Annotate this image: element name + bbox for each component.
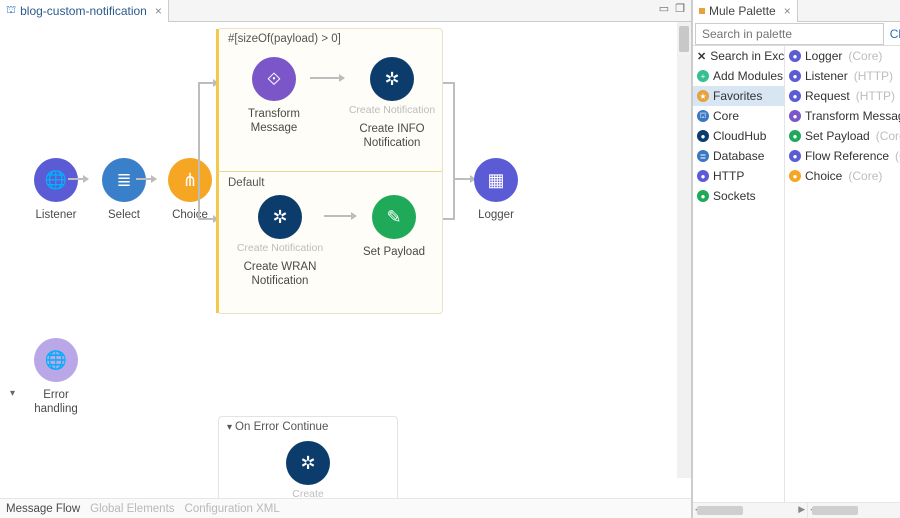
palette-item-listener[interactable]: ●Listener(HTTP) — [785, 66, 900, 86]
listener-icon: 🌐 — [34, 158, 78, 202]
editor-tabbar: ⛫ blog-custom-notification × ▭ ❐ — [0, 0, 691, 22]
close-tab-icon[interactable]: × — [784, 4, 791, 18]
flow-canvas[interactable]: ▾ 🌐 Listener ≣ Select ⋔ Choice — [8, 28, 673, 498]
node-listener[interactable]: 🌐 Listener — [20, 158, 92, 222]
connector — [198, 180, 208, 220]
connector — [443, 180, 455, 220]
close-tab-icon[interactable]: × — [155, 4, 162, 18]
minimize-icon[interactable]: ▭ — [659, 2, 669, 15]
tab-configuration-xml[interactable]: Configuration XML — [185, 503, 280, 515]
restore-icon[interactable]: ❐ — [675, 2, 685, 15]
palette-item-logger[interactable]: ●Logger(Core) — [785, 46, 900, 66]
node-label: Set Payload — [358, 245, 430, 259]
canvas-scrollbar[interactable] — [677, 22, 691, 478]
palette-clear-link[interactable]: Clear — [886, 27, 900, 41]
palette-left-scrollbar[interactable]: ◀▶ — [693, 503, 807, 518]
node-sublabel: Create Notification — [346, 104, 438, 116]
cloudhub-icon: ✲ — [258, 195, 302, 239]
palette-item-flow-reference[interactable]: ●Flow Reference(Cor — [785, 146, 900, 166]
node-transform-message[interactable]: ⟐ Transform Message — [238, 57, 310, 136]
mule-file-icon: ⛫ — [6, 4, 16, 18]
node-sublabel: Create Notification — [230, 242, 330, 254]
palette-categories: ✕Search in Exch +Add Modules ★Favorites … — [693, 46, 785, 502]
arrow — [136, 178, 156, 180]
node-set-payload[interactable]: ✎ Set Payload — [358, 195, 430, 259]
cloudhub-icon: ✲ — [370, 57, 414, 101]
editor-tab-label: blog-custom-notification — [20, 4, 147, 18]
tab-mule-palette[interactable]: Mule Palette × — [693, 0, 798, 22]
database-icon: ≣ — [102, 158, 146, 202]
chevron-down-icon[interactable]: ▾ — [227, 422, 232, 433]
palette-search-row: Clear — [693, 22, 900, 46]
palette-item-choice[interactable]: ●Choice(Core) — [785, 166, 900, 186]
palette-items: ●Logger(Core) ●Listener(HTTP) ●Request(H… — [785, 46, 900, 502]
palette-item-request[interactable]: ●Request(HTTP) — [785, 86, 900, 106]
on-error-continue-container[interactable]: ▾On Error Continue ✲ Create Notification — [218, 416, 398, 498]
editor-window-controls: ▭ ❐ — [659, 2, 685, 15]
choice-condition-label[interactable]: #[sizeOf(payload) > 0] — [228, 33, 341, 45]
node-label: Error handling — [20, 388, 92, 417]
node-logger[interactable]: ▦ Logger — [460, 158, 532, 222]
palette-tab-icon — [699, 8, 705, 14]
choice-default-label[interactable]: Default — [228, 177, 264, 189]
choice-container: #[sizeOf(payload) > 0] Default ⟐ Transfo… — [217, 28, 443, 314]
palette-tab-label: Mule Palette — [709, 4, 776, 18]
node-select[interactable]: ≣ Select — [88, 158, 160, 222]
palette-tabbar: Mule Palette × — [693, 0, 900, 22]
collapse-toggle-icon[interactable]: ▾ — [10, 388, 15, 399]
logger-icon: ▦ — [474, 158, 518, 202]
palette-item-transform[interactable]: ●Transform Message — [785, 106, 900, 126]
flow-canvas-wrap: ▾ 🌐 Listener ≣ Select ⋔ Choice — [0, 22, 691, 498]
editor-pane: ⛫ blog-custom-notification × ▭ ❐ ▾ 🌐 Lis… — [0, 0, 692, 518]
palette-item-set-payload[interactable]: ●Set Payload(Core) — [785, 126, 900, 146]
palette-cat-favorites[interactable]: ★Favorites — [693, 86, 784, 106]
palette-cat-add-modules[interactable]: +Add Modules — [693, 66, 784, 86]
node-create-wran-notification[interactable]: ✲ Create Notification Create WRAN Notifi… — [230, 195, 330, 289]
palette-right-scrollbar[interactable]: ◀▶ — [808, 503, 900, 518]
transform-icon: ⟐ — [252, 57, 296, 101]
palette-cat-cloudhub[interactable]: ●CloudHub — [693, 126, 784, 146]
palette-cat-core[interactable]: ⛫Core — [693, 106, 784, 126]
tab-global-elements[interactable]: Global Elements — [90, 503, 174, 515]
editor-bottom-tabs: Message Flow Global Elements Configurati… — [0, 498, 691, 518]
error-icon: 🌐 — [34, 338, 78, 382]
node-label: Logger — [460, 208, 532, 222]
mule-palette-pane: Mule Palette × Clear ✕Search in Exch +Ad… — [692, 0, 900, 518]
node-label: Transform Message — [238, 107, 310, 136]
palette-cat-sockets[interactable]: ●Sockets — [693, 186, 784, 206]
node-error-handling[interactable]: 🌐 Error handling — [20, 338, 92, 417]
tab-message-flow[interactable]: Message Flow — [6, 503, 80, 515]
arrow — [310, 77, 344, 79]
node-create-info-notification[interactable]: ✲ Create Notification Create INFO Notifi… — [346, 57, 438, 151]
palette-cat-search-exchange[interactable]: ✕Search in Exch — [693, 46, 784, 66]
palette-h-scrollbars: ◀▶ ◀▶ — [693, 502, 900, 518]
cloudhub-icon: ✲ — [286, 441, 330, 485]
node-label: Select — [88, 208, 160, 222]
arrow — [68, 178, 88, 180]
node-on-error-notify[interactable]: ✲ Create Notification — [272, 441, 344, 498]
node-label: Create INFO Notification — [346, 122, 438, 151]
connector — [198, 82, 208, 180]
palette-cat-database[interactable]: ≣Database — [693, 146, 784, 166]
node-label: Listener — [20, 208, 92, 222]
on-error-title: On Error Continue — [235, 421, 328, 433]
node-label: Create WRAN Notification — [230, 260, 330, 289]
node-sublabel: Create Notification — [272, 488, 344, 498]
set-payload-icon: ✎ — [372, 195, 416, 239]
palette-cat-http[interactable]: ●HTTP — [693, 166, 784, 186]
tab-blog-custom-notification[interactable]: ⛫ blog-custom-notification × — [0, 0, 169, 22]
arrow — [324, 215, 356, 217]
palette-search-input[interactable] — [695, 23, 884, 45]
connector — [443, 82, 455, 180]
